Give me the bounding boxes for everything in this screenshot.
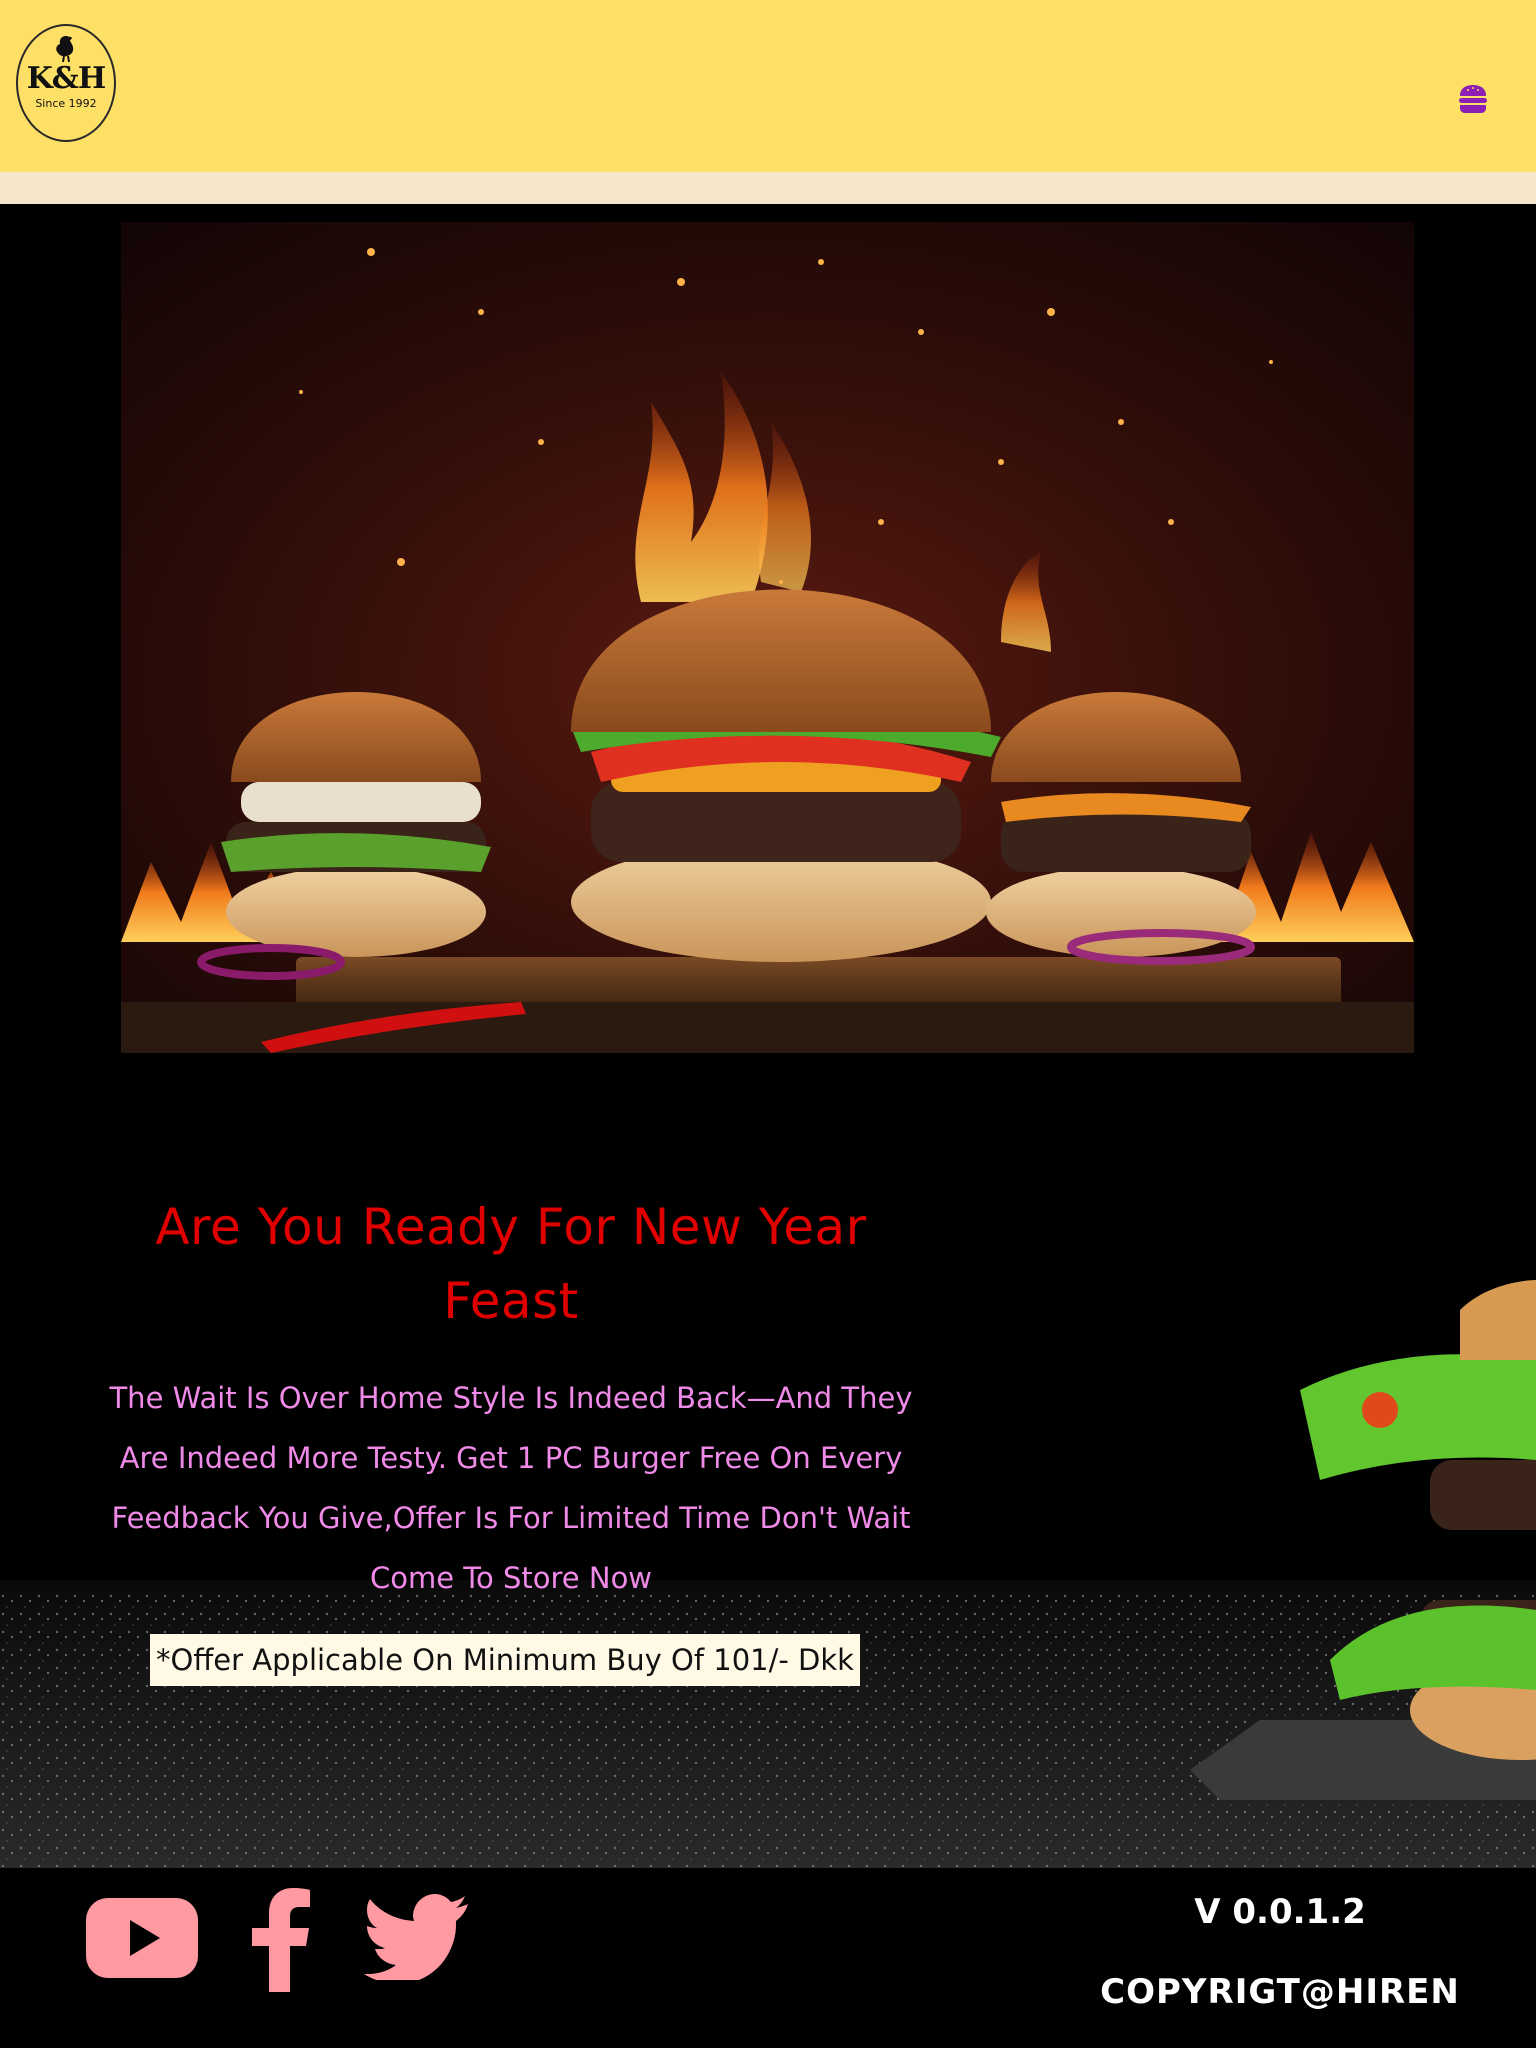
header-divider-stripe: [0, 172, 1536, 204]
youtube-icon[interactable]: [86, 1898, 198, 1978]
offer-note: *Offer Applicable On Minimum Buy Of 101/…: [150, 1634, 860, 1686]
brand-logo[interactable]: K&H Since 1992: [16, 24, 116, 142]
hero-image: [121, 222, 1414, 1053]
burger-menu-icon[interactable]: [1456, 82, 1490, 116]
site-header: K&H Since 1992: [0, 0, 1536, 172]
copyright-text: COPYRIGT@HIREN: [1100, 1972, 1460, 2012]
promo-title: Are You Ready For New Year Feast: [155, 1198, 867, 1330]
facebook-icon[interactable]: [252, 1888, 310, 1992]
promo-description: The Wait Is Over Home Style Is Indeed Ba…: [109, 1381, 913, 1595]
twitter-icon[interactable]: [364, 1894, 468, 1980]
rooster-icon: [56, 36, 74, 63]
logo-brand: K&H: [26, 61, 107, 96]
logo-since: Since 1992: [35, 97, 97, 110]
app-version: V 0.0.1.2: [1194, 1892, 1366, 1932]
